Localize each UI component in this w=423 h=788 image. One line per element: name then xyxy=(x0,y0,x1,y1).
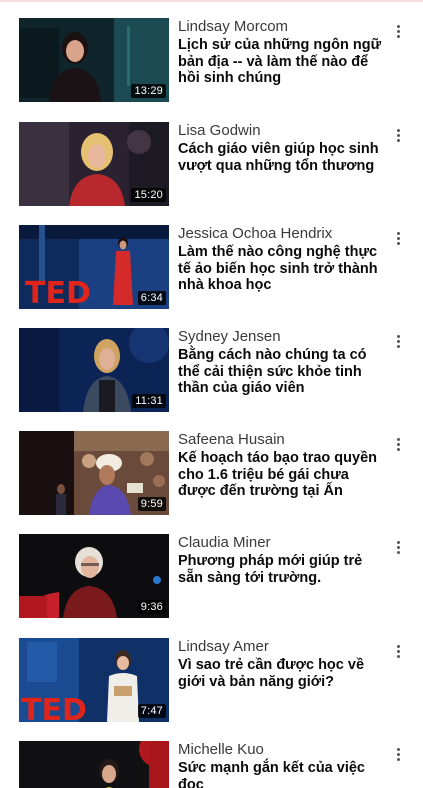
video-title[interactable]: Sức mạnh gắn kết của việc đọc xyxy=(178,760,384,788)
video-duration: 11:31 xyxy=(132,394,166,408)
video-list-item[interactable]: 11:31 Sydney Jensen Bằng cách nào chúng … xyxy=(0,328,423,431)
video-thumbnail[interactable]: 9:59 xyxy=(19,431,169,515)
video-list-item[interactable]: 15:20 Lisa Godwin Cách giáo viên giúp họ… xyxy=(0,122,423,225)
more-vertical-icon[interactable] xyxy=(392,332,406,352)
video-duration: 15:20 xyxy=(131,188,166,202)
video-duration: 13:29 xyxy=(131,84,166,98)
video-duration: 9:36 xyxy=(137,600,166,614)
more-vertical-icon[interactable] xyxy=(392,642,406,662)
video-list-item[interactable]: 13:29 Lindsay Morcom Lịch sử của những n… xyxy=(0,18,423,121)
more-vertical-icon[interactable] xyxy=(392,745,406,765)
video-title[interactable]: Kế hoạch táo bạo trao quyền cho 1.6 triệ… xyxy=(178,450,384,500)
video-thumbnail[interactable] xyxy=(19,741,169,788)
video-thumbnail[interactable]: 15:20 xyxy=(19,122,169,206)
video-thumbnail[interactable]: TED 7:47 xyxy=(19,638,169,722)
speaker-name: Michelle Kuo xyxy=(178,741,264,758)
svg-text:TED: TED xyxy=(21,693,87,722)
speaker-name: Lindsay Amer xyxy=(178,638,269,655)
video-duration: 9:59 xyxy=(137,497,166,511)
video-thumbnail[interactable]: 11:31 xyxy=(19,328,169,412)
video-list-item[interactable]: TED 7:47 Lindsay Amer Vì sao trẻ cần đượ… xyxy=(0,638,423,741)
video-title[interactable]: Làm thế nào công nghệ thực tế ảo biến họ… xyxy=(178,244,384,294)
video-list-item[interactable]: 9:59 Safeena Husain Kế hoạch táo bạo tra… xyxy=(0,431,423,534)
svg-text:TED: TED xyxy=(25,276,91,309)
video-thumbnail[interactable]: 13:29 xyxy=(19,18,169,102)
video-list-item[interactable]: TED 6:34 Jessica Ochoa Hendrix Làm thế n… xyxy=(0,225,423,328)
video-thumbnail[interactable]: 9:36 xyxy=(19,534,169,618)
video-duration: 6:34 xyxy=(137,291,166,305)
video-title[interactable]: Lịch sử của những ngôn ngữ bản địa -- và… xyxy=(178,37,384,87)
video-list-item[interactable]: Michelle Kuo Sức mạnh gắn kết của việc đ… xyxy=(0,741,423,788)
video-title[interactable]: Vì sao trẻ cần được học về giới và bản n… xyxy=(178,657,384,690)
thumbnail-image xyxy=(19,741,169,788)
video-duration: 7:47 xyxy=(137,704,166,718)
more-vertical-icon[interactable] xyxy=(392,538,406,558)
video-title[interactable]: Bằng cách nào chúng ta có thể cải thiện … xyxy=(178,347,384,397)
speaker-name: Claudia Miner xyxy=(178,534,271,551)
speaker-name: Safeena Husain xyxy=(178,431,285,448)
speaker-name: Lisa Godwin xyxy=(178,122,261,139)
top-edge-divider xyxy=(0,0,423,2)
video-thumbnail[interactable]: TED 6:34 xyxy=(19,225,169,309)
video-title[interactable]: Cách giáo viên giúp học sinh vượt qua nh… xyxy=(178,141,384,174)
more-vertical-icon[interactable] xyxy=(392,22,406,42)
speaker-name: Sydney Jensen xyxy=(178,328,281,345)
video-title[interactable]: Phương pháp mới giúp trẻ sẵn sàng tới tr… xyxy=(178,553,384,586)
more-vertical-icon[interactable] xyxy=(392,126,406,146)
more-vertical-icon[interactable] xyxy=(392,435,406,455)
speaker-name: Lindsay Morcom xyxy=(178,18,289,35)
speaker-name: Jessica Ochoa Hendrix xyxy=(178,225,333,242)
more-vertical-icon[interactable] xyxy=(392,229,406,249)
video-list-item[interactable]: 9:36 Claudia Miner Phương pháp mới giúp … xyxy=(0,534,423,637)
